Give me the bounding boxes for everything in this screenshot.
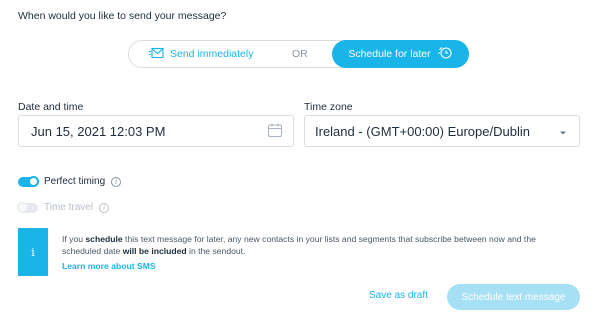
time-zone-select[interactable]: Ireland - (GMT+00:00) Europe/Dublin [304,115,580,147]
send-time-question: When would you like to send your message… [18,10,227,22]
learn-more-link[interactable]: Learn more about SMS [62,261,156,271]
schedule-text-message-button[interactable]: Schedule text message [447,284,580,310]
schedule-for-later-label: Schedule for later [348,48,431,60]
time-travel-label: Time travel [44,202,94,213]
info-icon[interactable]: i [111,176,122,187]
info-icon[interactable]: i [99,202,110,213]
envelope-send-icon [148,47,164,62]
caret-down-icon [559,124,567,139]
schedule-for-later-option[interactable]: Schedule for later [332,40,469,68]
info-icon: i [18,228,48,276]
save-as-draft-button[interactable]: Save as draft [369,290,428,301]
perfect-timing-label: Perfect timing [44,176,106,187]
time-zone-value: Ireland - (GMT+00:00) Europe/Dublin [315,123,530,139]
calendar-icon[interactable] [267,122,283,141]
perfect-timing-switch[interactable] [18,175,39,187]
date-time-value: Jun 15, 2021 12:03 PM [31,123,166,139]
time-travel-switch[interactable] [17,201,38,213]
or-separator: OR [292,48,308,60]
date-time-input[interactable]: Jun 15, 2021 12:03 PM [18,115,294,147]
time-travel-row: Time travel i [17,201,110,213]
clock-icon [437,46,453,62]
date-time-label: Date and time [18,101,84,113]
time-zone-label: Time zone [304,101,353,113]
perfect-timing-row: Perfect timing i [18,175,122,187]
schedule-info-text: If you schedule this text message for la… [62,234,536,256]
send-immediately-option[interactable]: Send immediately [148,40,253,68]
send-immediately-label: Send immediately [170,48,254,60]
